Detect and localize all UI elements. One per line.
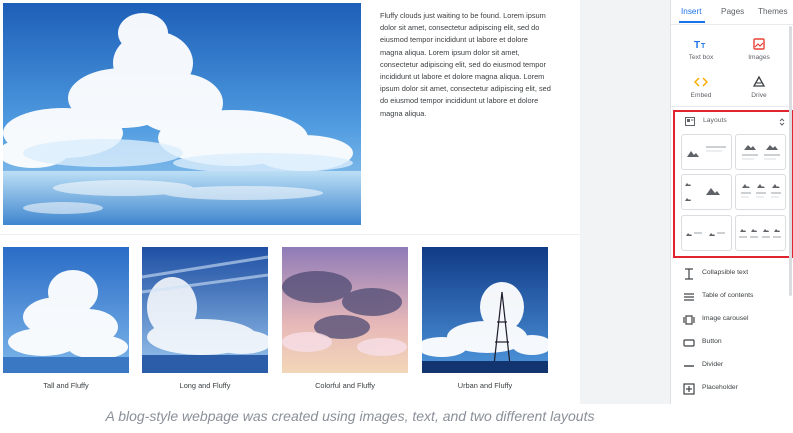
canvas-background bbox=[580, 0, 670, 404]
gallery-image-tall[interactable] bbox=[3, 247, 129, 373]
insert-divider[interactable]: Divider bbox=[671, 357, 793, 375]
insert-placeholder[interactable]: Placeholder bbox=[671, 380, 793, 398]
insert-panel: Insert Pages Themes T T Text box Images … bbox=[670, 0, 793, 404]
layout-thumbnail bbox=[686, 232, 725, 236]
hero-paragraph[interactable]: Fluffy clouds just waiting to be found. … bbox=[380, 10, 552, 120]
active-tab-indicator bbox=[679, 21, 705, 23]
layouts-header[interactable]: Layouts bbox=[675, 112, 791, 130]
layout-option-side-images[interactable] bbox=[681, 174, 732, 210]
gallery-image-colorful[interactable] bbox=[282, 247, 408, 373]
svg-text:T: T bbox=[701, 43, 706, 50]
element-label: Divider bbox=[702, 361, 724, 368]
insert-images[interactable]: Images bbox=[731, 37, 787, 61]
layout-thumbnail bbox=[685, 183, 720, 201]
element-label: Table of contents bbox=[702, 292, 754, 299]
panel-tabs: Insert Pages Themes bbox=[671, 0, 793, 24]
insert-image-carousel[interactable]: Image carousel bbox=[671, 311, 793, 329]
tabs-divider bbox=[671, 24, 793, 25]
table-of-contents-icon bbox=[684, 293, 694, 301]
divider-icon bbox=[684, 365, 694, 367]
layout-thumbnail bbox=[687, 146, 726, 157]
image-icon bbox=[753, 38, 765, 50]
svg-text:T: T bbox=[694, 40, 700, 51]
element-label: Collapsible text bbox=[702, 269, 749, 276]
gallery-caption: Urban and Fluffy bbox=[457, 381, 513, 390]
insert-drive[interactable]: Drive bbox=[731, 75, 787, 99]
element-label: Placeholder bbox=[702, 384, 738, 391]
drive-icon bbox=[752, 75, 766, 87]
panel-scrollbar[interactable] bbox=[789, 26, 792, 296]
gallery-caption: Long and Fluffy bbox=[179, 381, 231, 390]
text-box-icon: T T bbox=[694, 40, 706, 51]
layout-option-three-images[interactable] bbox=[735, 174, 786, 210]
layout-option-four-images[interactable] bbox=[735, 215, 786, 251]
insert-label: Embed bbox=[690, 92, 712, 99]
insert-label: Text box bbox=[688, 54, 714, 61]
collapsible-text-icon bbox=[685, 268, 693, 280]
gallery-caption: Tall and Fluffy bbox=[43, 381, 89, 390]
insert-table-of-contents[interactable]: Table of contents bbox=[671, 288, 793, 306]
layout-option-two-images[interactable] bbox=[735, 134, 786, 170]
layout-option-image-text[interactable] bbox=[681, 134, 732, 170]
gallery-image-urban[interactable] bbox=[422, 247, 548, 373]
insert-divider bbox=[671, 106, 793, 107]
embed-icon bbox=[694, 77, 708, 87]
tab-insert[interactable]: Insert bbox=[681, 7, 701, 16]
gallery-caption: Colorful and Fluffy bbox=[315, 381, 375, 390]
insert-label: Drive bbox=[751, 92, 767, 99]
hero-cloud-image[interactable] bbox=[3, 3, 361, 225]
site-canvas: Fluffy clouds just waiting to be found. … bbox=[0, 0, 580, 404]
figure-caption: A blog-style webpage was created using i… bbox=[105, 408, 595, 424]
insert-text-box[interactable]: T T Text box bbox=[673, 37, 729, 61]
gallery-image-long[interactable] bbox=[142, 247, 268, 373]
layouts-section: Layouts bbox=[673, 110, 793, 258]
layout-option-two-image-text[interactable] bbox=[681, 215, 732, 251]
layout-thumbnail bbox=[739, 229, 781, 238]
layouts-icon bbox=[685, 117, 695, 126]
chevron-up-down-icon bbox=[779, 118, 785, 126]
insert-button[interactable]: Button bbox=[671, 334, 793, 352]
element-label: Button bbox=[702, 338, 722, 345]
button-icon bbox=[683, 339, 695, 347]
insert-collapsible-text[interactable]: Collapsible text bbox=[671, 265, 793, 283]
placeholder-icon bbox=[683, 383, 695, 395]
image-carousel-icon bbox=[683, 315, 695, 325]
layout-thumbnail bbox=[741, 184, 781, 198]
insert-embed[interactable]: Embed bbox=[673, 75, 729, 99]
section-divider bbox=[0, 234, 580, 235]
insert-label: Images bbox=[748, 54, 770, 61]
element-label: Image carousel bbox=[702, 315, 749, 322]
tab-themes[interactable]: Themes bbox=[758, 7, 788, 16]
layouts-title: Layouts bbox=[703, 117, 727, 124]
tab-pages[interactable]: Pages bbox=[721, 7, 744, 16]
layout-thumbnail bbox=[742, 145, 780, 160]
